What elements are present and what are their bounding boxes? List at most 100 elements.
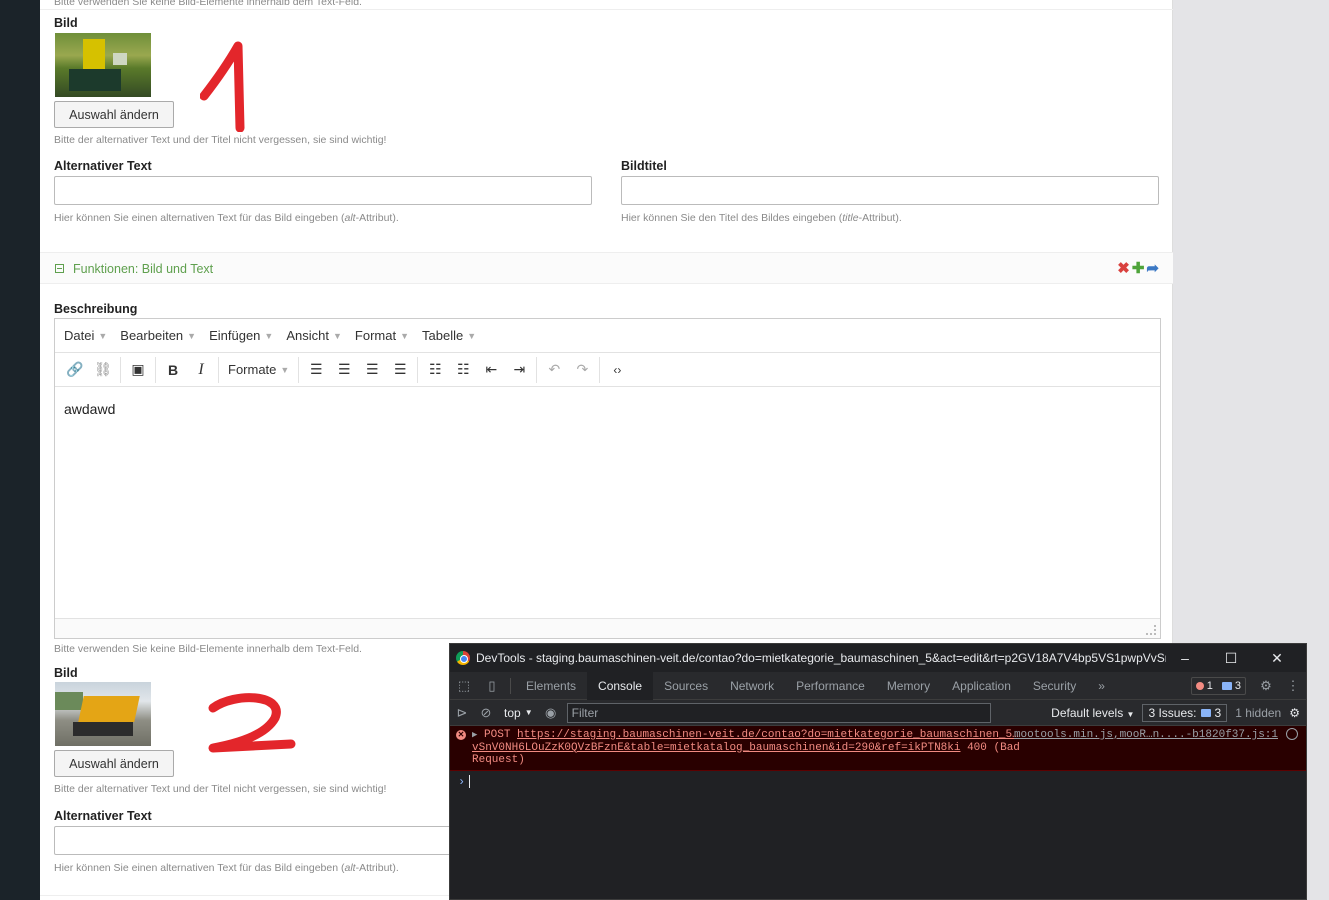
- delete-icon[interactable]: ✖: [1117, 259, 1130, 277]
- editor-toolbar: 🔗 ⛓ ▣ B I Formate ▼ ☰ ☰ ☰ ☰ ☷ ☷ ⇤ ⇥ ↶ ↷ ‹…: [55, 353, 1160, 387]
- chrome-icon: [456, 651, 470, 665]
- devtools-title: DevTools - staging.baumaschinen-veit.de/…: [476, 651, 1166, 665]
- alt-text-hint: Hier können Sie einen alternativen Text …: [54, 212, 399, 224]
- close-button[interactable]: ✕: [1254, 650, 1300, 667]
- section-actions: ✖ ✚ ➦: [1117, 259, 1159, 277]
- image-title-input[interactable]: [621, 176, 1159, 205]
- tab-elements[interactable]: Elements: [515, 672, 587, 700]
- unlink-icon[interactable]: ⛓: [89, 356, 117, 384]
- alt-text-hint-2: Hier können Sie einen alternativen Text …: [54, 862, 399, 874]
- clear-console-icon[interactable]: ⊘: [474, 699, 498, 727]
- annotation-number-2: [208, 693, 296, 753]
- filter-input[interactable]: Filter: [566, 702, 991, 723]
- error-icon: ✕: [456, 730, 466, 740]
- change-image-button[interactable]: Auswahl ändern: [54, 101, 174, 128]
- context-selector[interactable]: top ▼: [498, 706, 539, 720]
- editor-statusbar: [55, 618, 1160, 638]
- redo-icon[interactable]: ↷: [568, 356, 596, 384]
- live-expression-eye-icon[interactable]: ◉: [539, 699, 563, 727]
- devtools-titlebar[interactable]: DevTools - staging.baumaschinen-veit.de/…: [450, 644, 1306, 672]
- devtools-window[interactable]: DevTools - staging.baumaschinen-veit.de/…: [449, 643, 1307, 900]
- bullet-list-icon[interactable]: ☷: [421, 356, 449, 384]
- outdent-icon[interactable]: ⇤: [477, 356, 505, 384]
- collapse-icon[interactable]: [55, 264, 64, 273]
- alt-text-input[interactable]: [54, 176, 592, 205]
- rich-text-editor[interactable]: Datei ▼ Bearbeiten ▼ Einfügen ▼ Ansicht ▼ Fo…: [54, 318, 1161, 639]
- menu-format[interactable]: Format ▼: [355, 328, 409, 343]
- levels-dropdown[interactable]: Default levels ▼: [1051, 706, 1134, 720]
- alt-text-label-2: Alternativer Text: [54, 809, 152, 823]
- image-elements-hint: Bitte verwenden Sie keine Bild-Elemente …: [54, 643, 362, 655]
- menu-datei[interactable]: Datei ▼: [64, 328, 107, 343]
- move-icon[interactable]: ➦: [1146, 259, 1159, 277]
- issues-button[interactable]: 3 Issues: 3: [1142, 704, 1228, 722]
- change-image-button-2[interactable]: Auswahl ändern: [54, 750, 174, 777]
- image-thumbnail-excavator-field[interactable]: [55, 33, 151, 97]
- error-badge[interactable]: 13: [1190, 677, 1246, 695]
- menu-ansicht[interactable]: Ansicht ▼: [286, 328, 342, 343]
- minimize-button[interactable]: –: [1162, 650, 1208, 666]
- device-toggle-icon[interactable]: ▯: [478, 672, 506, 700]
- bold-icon[interactable]: B: [159, 356, 187, 384]
- sidebar: [0, 0, 40, 900]
- console-error-message[interactable]: ✕ ▶ POST https://staging.baumaschinen-ve…: [450, 726, 1306, 771]
- link-icon[interactable]: 🔗: [61, 356, 89, 384]
- sidebar-toggle-icon[interactable]: ⊳: [450, 699, 474, 727]
- formats-dropdown[interactable]: Formate ▼: [222, 356, 295, 384]
- error-url-link[interactable]: https://staging.baumaschinen-veit.de/con…: [517, 729, 1019, 741]
- image-hint: Bitte der alternativer Text und der Tite…: [54, 134, 387, 146]
- error-status-2: Request): [472, 754, 525, 766]
- italic-icon[interactable]: I: [187, 356, 215, 384]
- more-options-icon[interactable]: ⋮: [1286, 672, 1300, 700]
- top-hint: Bitte verwenden Sie keine Bild-Elemente …: [54, 0, 362, 8]
- add-icon[interactable]: ✚: [1132, 259, 1145, 277]
- image-title-label: Bildtitel: [621, 159, 667, 173]
- console-filter-bar: ⊳ ⊘ top ▼ ◉ Filter Default levels ▼ 3 Iss…: [450, 700, 1306, 726]
- tab-network[interactable]: Network: [719, 672, 785, 700]
- description-label: Beschreibung: [54, 302, 138, 316]
- align-right-icon[interactable]: ☰: [358, 356, 386, 384]
- tab-performance[interactable]: Performance: [785, 672, 876, 700]
- align-justify-icon[interactable]: ☰: [386, 356, 414, 384]
- settings-gear-icon[interactable]: ⚙: [1252, 672, 1280, 700]
- menu-einfuegen[interactable]: Einfügen ▼: [209, 328, 273, 343]
- image-title-hint: Hier können Sie den Titel des Bildes ein…: [621, 212, 902, 224]
- section-title[interactable]: Funktionen: Bild und Text: [73, 262, 213, 276]
- numbered-list-icon[interactable]: ☷: [449, 356, 477, 384]
- hidden-count: 1 hidden: [1235, 706, 1282, 720]
- console-settings-icon[interactable]: ⚙: [1289, 706, 1300, 720]
- annotation-number-1: [200, 41, 245, 132]
- network-request-icon[interactable]: [1286, 728, 1298, 740]
- undo-icon[interactable]: ↶: [540, 356, 568, 384]
- indent-icon[interactable]: ⇥: [505, 356, 533, 384]
- alt-text-label: Alternativer Text: [54, 159, 152, 173]
- inspect-icon[interactable]: ⬚: [450, 672, 478, 700]
- maximize-button[interactable]: ☐: [1208, 650, 1254, 667]
- resize-handle[interactable]: [1146, 625, 1156, 635]
- tab-console[interactable]: Console: [587, 671, 654, 700]
- image-label: Bild: [54, 16, 78, 30]
- error-source-link[interactable]: mootools.min.js,mooR…n....-b1820f37.js:1: [1014, 729, 1278, 742]
- menu-bearbeiten[interactable]: Bearbeiten ▼: [120, 328, 196, 343]
- tab-application[interactable]: Application: [941, 672, 1022, 700]
- console-prompt[interactable]: ›: [450, 771, 1306, 793]
- image-thumbnail-excavator-yard[interactable]: [55, 682, 151, 746]
- error-status: 400 (Bad: [960, 741, 1020, 754]
- editor-content[interactable]: awdawd: [55, 387, 1160, 431]
- divider: [40, 9, 1173, 10]
- error-url-link-2[interactable]: vSnV0NH6LOuZzK0QVzBFznE&table=mietkatalo…: [472, 742, 960, 754]
- tab-security[interactable]: Security: [1022, 672, 1087, 700]
- source-code-icon[interactable]: ‹›: [603, 356, 631, 384]
- align-left-icon[interactable]: ☰: [302, 356, 330, 384]
- tab-memory[interactable]: Memory: [876, 672, 941, 700]
- more-tabs-button[interactable]: »: [1087, 672, 1116, 700]
- align-center-icon[interactable]: ☰: [330, 356, 358, 384]
- section-toggle-row[interactable]: Funktionen: Bild und Text ✖ ✚ ➦: [40, 252, 1173, 284]
- devtools-tabbar: ⬚ ▯ Elements Console Sources Network Per…: [450, 671, 1306, 700]
- image-icon[interactable]: ▣: [124, 356, 152, 384]
- menu-tabelle[interactable]: Tabelle ▼: [422, 328, 476, 343]
- editor-menubar: Datei ▼ Bearbeiten ▼ Einfügen ▼ Ansicht ▼ Fo…: [55, 319, 1160, 353]
- image-label-2: Bild: [54, 666, 78, 680]
- tab-sources[interactable]: Sources: [653, 672, 719, 700]
- image-hint-2: Bitte der alternativer Text und der Tite…: [54, 783, 387, 795]
